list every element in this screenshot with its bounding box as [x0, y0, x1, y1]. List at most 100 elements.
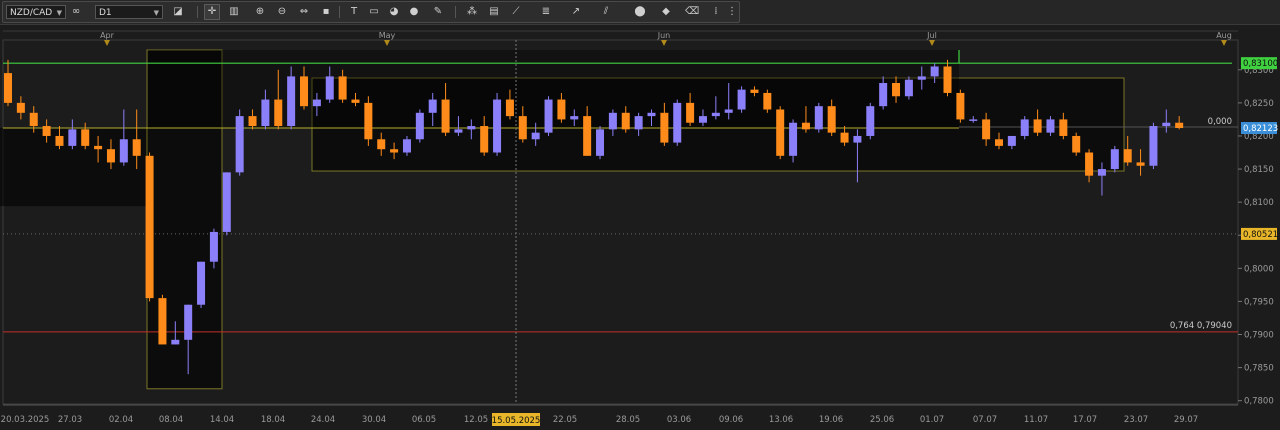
trend-button[interactable]: ↗ [569, 5, 583, 19]
scroll-button[interactable]: ⇔ [297, 5, 311, 19]
more-button[interactable]: ⋮ [725, 5, 739, 19]
candle-body [608, 112, 617, 130]
zoom-out-button[interactable]: ⊖ [275, 5, 289, 19]
x-tick-label: 28.05 [616, 415, 640, 425]
candle-body [351, 99, 360, 103]
x-tick-label: 03.06 [667, 415, 691, 425]
candle-body [956, 92, 965, 120]
link-symbol-button[interactable]: ∞ [69, 5, 83, 19]
candle-body [1059, 119, 1068, 136]
template-icon: ▤ [489, 6, 499, 17]
candle-body [673, 102, 682, 143]
zoom-in-button[interactable]: ⊕ [253, 5, 267, 19]
candle-body [943, 66, 952, 93]
candle-body [570, 116, 579, 120]
candle-body [338, 76, 347, 100]
candle-body [724, 109, 733, 113]
fibonacci-button[interactable]: ≣ [539, 5, 553, 19]
candle-body [480, 126, 489, 153]
chevron-down-icon: ▼ [153, 9, 159, 17]
x-tick-label: 01.07 [920, 415, 944, 425]
template-button[interactable]: ▤ [487, 5, 501, 19]
x-tick-label: 20.03.2025 [1, 415, 50, 425]
crosshair-mode-button[interactable]: ✛ [204, 4, 220, 20]
candle-body [840, 132, 849, 143]
chevron-down-icon: ▼ [56, 9, 62, 17]
price-chart[interactable]: Apr May Jun Jul Aug 0,0000,764 0,79040 0,830… [0, 28, 1280, 430]
y-tick-label: 0,8100 [1244, 198, 1274, 208]
candle-body [1072, 135, 1081, 153]
candle-icon: ▥ [229, 6, 239, 17]
select-button[interactable]: ▪ [319, 5, 333, 19]
candle-body [197, 261, 206, 305]
marker-button[interactable]: ◆ [659, 5, 673, 19]
symbol-select[interactable]: NZD/CAD ▼ [6, 5, 66, 19]
chart-type-icon: ◪ [173, 6, 183, 17]
x-tick-label: 30.04 [362, 415, 386, 425]
red-level-text: 0,764 0,79040 [1170, 321, 1232, 331]
globe-icon: ● [409, 6, 419, 17]
candle-body [171, 339, 180, 345]
x-tick-label: 12.05 [464, 415, 488, 425]
eraser-button[interactable]: ⌫ [685, 5, 699, 19]
y-tick-label: 0,8250 [1244, 99, 1274, 109]
candle-body [621, 112, 630, 130]
indicators-icon: ⁂ [467, 6, 477, 17]
pencil-button[interactable]: ✎ [431, 5, 445, 19]
candle-body [994, 139, 1003, 146]
y-tick-label: 0,7900 [1244, 331, 1274, 341]
price-labels: 0,83100 0,82123 0,80521 [1241, 57, 1278, 240]
line-tool-button[interactable]: ⟋ [509, 5, 523, 19]
chart-type-button[interactable]: ◪ [171, 5, 185, 19]
candle-body [106, 149, 115, 163]
candle-mode-button[interactable]: ▥ [227, 5, 241, 19]
candle-body [801, 122, 810, 130]
candle-body [1110, 149, 1119, 170]
x-tick-label: 19.06 [819, 415, 843, 425]
x-tick-label: 08.04 [159, 415, 183, 425]
toolbar-divider [455, 6, 456, 18]
candle-body [222, 172, 231, 232]
candle-body [377, 139, 386, 150]
symbol-select-value: NZD/CAD [10, 8, 53, 18]
candle-body [248, 116, 257, 127]
toolbar: NZD/CAD ▼ ∞ D1 ▼ ◪ ✛ ▥ ⊕ ⊖ ⇔ ▪ T ▭ ◕ ● ✎… [0, 0, 1280, 25]
x-tick-label: 07.07 [973, 415, 997, 425]
x-tick-label: 22.05 [553, 415, 577, 425]
candle-body [583, 116, 592, 156]
candle-body [596, 129, 605, 156]
indicators-button[interactable]: ⁂ [465, 5, 479, 19]
x-tick-label: 06.05 [412, 415, 436, 425]
candle-body [119, 139, 128, 163]
candle-body [789, 122, 798, 156]
timeframe-select[interactable]: D1 ▼ [95, 5, 163, 19]
candle-body [145, 155, 154, 299]
candle-body [415, 112, 424, 140]
x-tick-label: 27.03 [58, 415, 82, 425]
x-tick-label: 18.04 [261, 415, 285, 425]
grid-button[interactable]: ⁞ [709, 5, 723, 19]
channel-button[interactable]: ⫽ [599, 5, 613, 19]
globe-button[interactable]: ● [407, 5, 421, 19]
yellow-price-label: 0,80521 [1243, 230, 1278, 240]
candle-body [29, 112, 38, 127]
text-tool-button[interactable]: T [347, 5, 361, 19]
candle-body [390, 149, 399, 153]
candle-body [930, 66, 939, 77]
x-tick-label: 02.04 [109, 415, 133, 425]
palette-button[interactable]: ◕ [387, 5, 401, 19]
y-tick-label: 0,7850 [1244, 364, 1274, 374]
candle-body [467, 126, 476, 130]
candle-body [1175, 122, 1184, 129]
y-tick-label: 0,8150 [1244, 165, 1274, 175]
candle-body [4, 73, 12, 103]
candle-body [711, 112, 720, 117]
candle-body [969, 119, 978, 121]
shape-button[interactable]: ⬤ [633, 5, 647, 19]
candle-body [853, 135, 862, 143]
note-button[interactable]: ▭ [367, 5, 381, 19]
candle-body [634, 116, 643, 130]
candle-body [698, 116, 707, 123]
candle-body [1007, 135, 1016, 146]
x-tick-label: 23.07 [1124, 415, 1148, 425]
